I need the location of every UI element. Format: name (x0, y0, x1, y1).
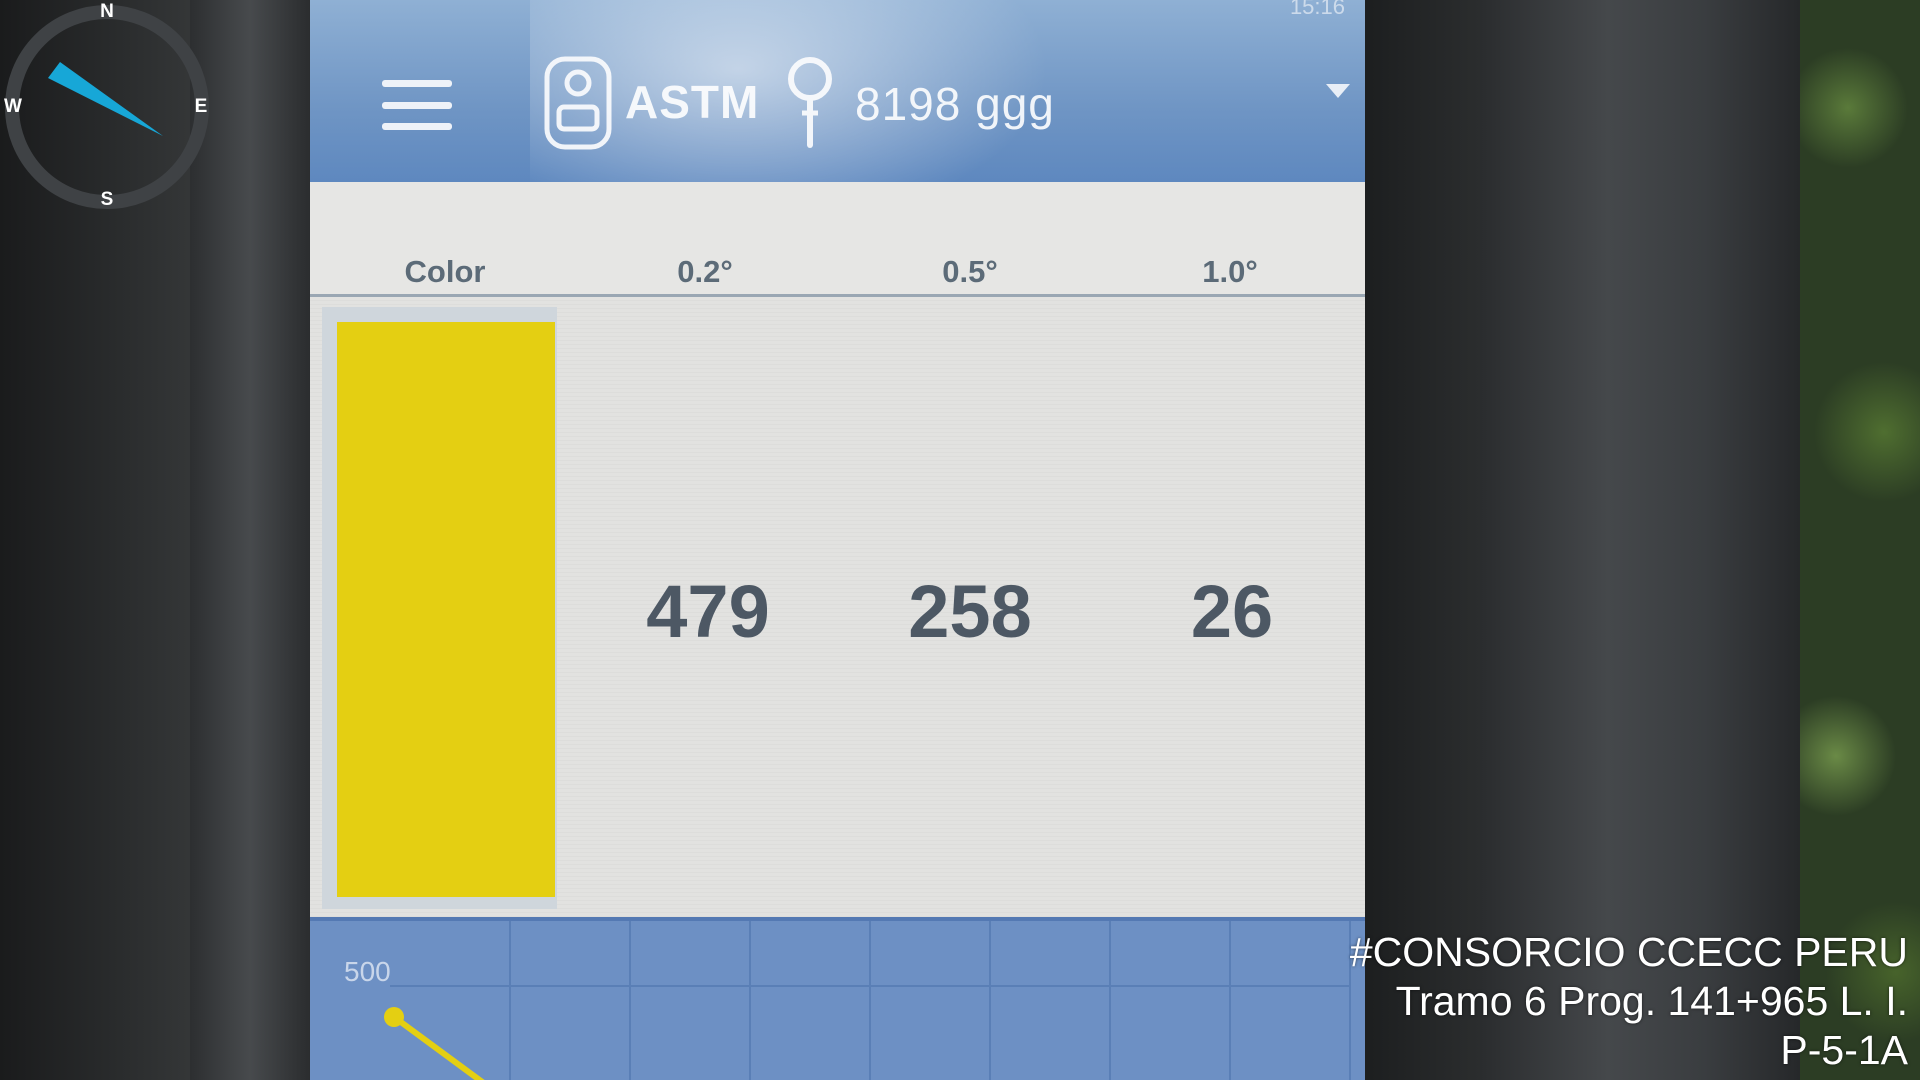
reading-value-1-0: 26 (1190, 570, 1274, 653)
column-header-1-0-degrees: 1.0° (1202, 254, 1258, 289)
caption-company: #CONSORCIO CCECC PERU (1349, 929, 1908, 975)
reading-value-0-5: 258 (908, 570, 1032, 653)
device-screen: 15:16 ASTM 8198 ggg Color 0.2° 0.5° 1.0°… (310, 0, 1365, 1080)
compass-needle-icon (48, 62, 163, 136)
readings-row: 479 258 26 (310, 297, 1365, 917)
column-header-color: Color (404, 254, 486, 289)
readings-table-header: Color 0.2° 0.5° 1.0° (310, 182, 1365, 297)
measurement-probe-icon (780, 55, 840, 156)
app-bar: 15:16 ASTM 8198 ggg (310, 0, 1365, 230)
compass-icon (5, 5, 209, 209)
graph-canvas: 500 (344, 921, 1351, 1080)
measurement-standard-label[interactable]: ASTM (625, 75, 759, 129)
color-swatch (337, 322, 555, 897)
compass-east-label: E (194, 96, 208, 117)
compass-north-label: N (100, 1, 114, 22)
reading-value-0-2: 479 (646, 570, 770, 653)
compass-west-label: W (4, 96, 22, 117)
column-header-0-2-degrees: 0.2° (677, 254, 733, 289)
geometry-selector-label[interactable]: 8198 ggg (855, 77, 1055, 131)
column-header-0-5-degrees: 0.5° (942, 254, 998, 289)
readings-graph: 500 (310, 917, 1365, 1080)
compass-south-label: S (100, 189, 114, 210)
retroreflectometer-icon (543, 55, 613, 156)
graph-series-line (391, 1014, 485, 1080)
graph-y-axis-max-label: 500 (344, 956, 391, 987)
caption-location: Tramo 6 Prog. 141+965 L. I. (1395, 978, 1908, 1024)
compass-overlay: N S E W (0, 0, 215, 215)
hamburger-menu-icon[interactable] (382, 80, 452, 130)
caption-point-id: P-5-1A (1780, 1027, 1908, 1073)
foliage-background (1800, 0, 1920, 1080)
photo-caption: #CONSORCIO CCECC PERU Tramo 6 Prog. 141+… (1350, 928, 1908, 1075)
device-casing-right (1480, 0, 1800, 1080)
status-bar-time: 15:16 (1289, 0, 1345, 19)
graph-data-point (384, 1007, 404, 1027)
dropdown-arrow-icon[interactable] (1326, 84, 1350, 98)
